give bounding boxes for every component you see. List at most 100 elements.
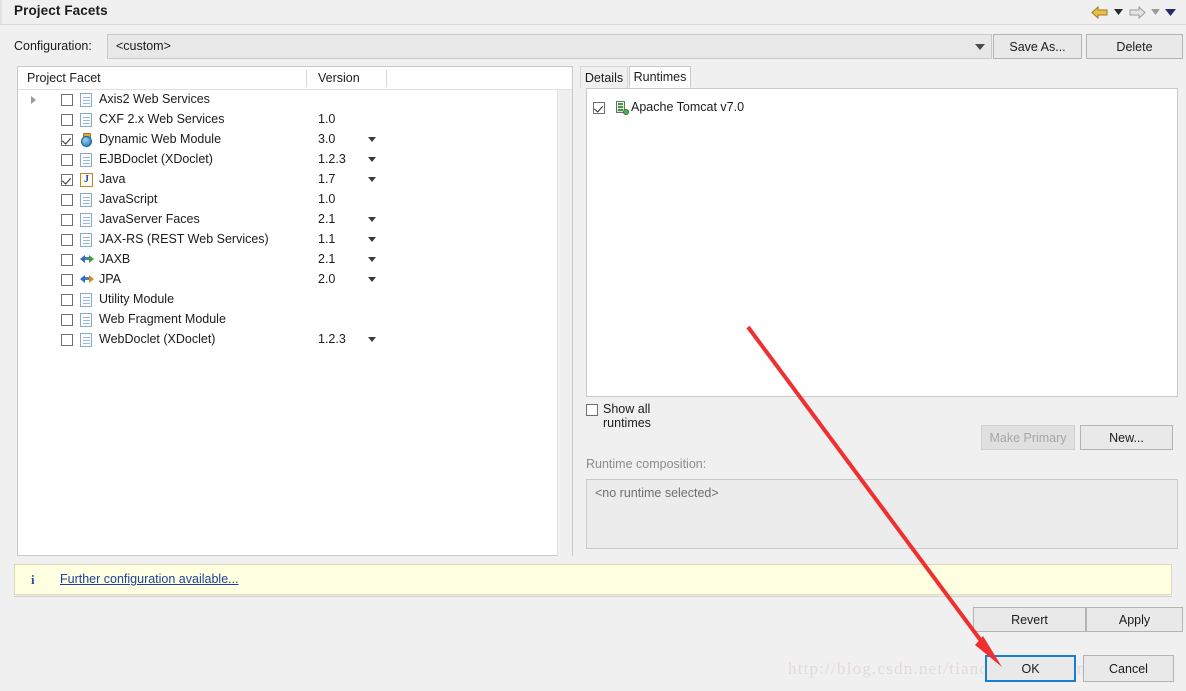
navigation-icons xyxy=(1089,2,1178,22)
facet-checkbox[interactable] xyxy=(61,174,73,186)
column-divider-2[interactable] xyxy=(386,70,387,87)
table-row[interactable]: Utility Module xyxy=(18,290,572,310)
ok-button[interactable]: OK xyxy=(985,655,1076,682)
column-header-project-facet[interactable]: Project Facet xyxy=(27,71,101,85)
document-icon xyxy=(80,213,94,227)
chevron-down-icon-config[interactable] xyxy=(969,35,991,58)
facet-version: 1.7 xyxy=(318,172,336,186)
runtime-list-item[interactable]: Apache Tomcat v7.0 xyxy=(593,100,1153,117)
delete-button[interactable]: Delete xyxy=(1086,34,1183,59)
expand-arrow-icon[interactable] xyxy=(27,94,39,106)
facet-name: Dynamic Web Module xyxy=(99,132,222,146)
chevron-down-icon-forward[interactable] xyxy=(1148,2,1163,22)
table-row[interactable]: EJBDoclet (XDoclet) 1.2.3 xyxy=(18,150,572,170)
facet-checkbox[interactable] xyxy=(61,194,73,206)
info-icon: i xyxy=(31,572,35,587)
document-icon xyxy=(80,93,94,107)
facet-checkbox[interactable] xyxy=(61,294,73,306)
chevron-down-icon-version[interactable] xyxy=(368,277,377,283)
facet-name: EJBDoclet (XDoclet) xyxy=(99,152,213,166)
arrow-right-icon[interactable] xyxy=(1126,2,1148,22)
table-row[interactable]: WebDoclet (XDoclet) 1.2.3 xyxy=(18,330,572,350)
facet-version: 1.2.3 xyxy=(318,332,346,346)
right-panel-tabs: Details Runtimes xyxy=(580,66,1180,88)
facet-name: JavaServer Faces xyxy=(99,212,200,226)
tab-runtimes[interactable]: Runtimes xyxy=(629,66,691,88)
make-primary-button: Make Primary xyxy=(981,425,1075,450)
arrow-left-icon[interactable] xyxy=(1089,2,1111,22)
save-as-button[interactable]: Save As... xyxy=(993,34,1082,59)
facet-checkbox[interactable] xyxy=(61,234,73,246)
facet-name: JAX-RS (REST Web Services) xyxy=(99,232,269,246)
table-row[interactable]: CXF 2.x Web Services 1.0 xyxy=(18,110,572,130)
runtime-composition-box: <no runtime selected> xyxy=(586,479,1178,549)
project-facet-table: Project Facet Version Axis2 Web Services… xyxy=(17,66,573,556)
chevron-down-icon-version[interactable] xyxy=(368,137,377,143)
info-bar: i Further configuration available... xyxy=(14,564,1172,595)
chevron-down-icon-version[interactable] xyxy=(368,217,377,223)
revert-button[interactable]: Revert xyxy=(973,607,1086,632)
facet-name: Java xyxy=(99,172,126,186)
table-row[interactable]: Dynamic Web Module 3.0 xyxy=(18,130,572,150)
document-icon xyxy=(80,153,94,167)
tab-details[interactable]: Details xyxy=(580,66,628,88)
table-row[interactable]: JavaServer Faces 2.1 xyxy=(18,210,572,230)
chevron-down-icon-version[interactable] xyxy=(368,177,377,183)
chevron-down-icon-version[interactable] xyxy=(368,157,377,163)
cancel-button[interactable]: Cancel xyxy=(1083,655,1174,682)
facet-name: Web Fragment Module xyxy=(99,312,226,326)
runtime-checkbox[interactable] xyxy=(593,102,605,114)
document-icon xyxy=(80,333,94,347)
configuration-select[interactable]: <custom> xyxy=(107,34,992,59)
facet-name: JPA xyxy=(99,272,121,286)
column-divider-1[interactable] xyxy=(306,70,307,87)
configuration-value: <custom> xyxy=(116,39,171,53)
facet-version: 1.0 xyxy=(318,112,336,126)
chevron-down-icon-version[interactable] xyxy=(368,257,377,263)
server-icon xyxy=(615,101,629,115)
facet-checkbox[interactable] xyxy=(61,114,73,126)
table-row[interactable]: Web Fragment Module xyxy=(18,310,572,330)
runtime-label: Apache Tomcat v7.0 xyxy=(631,100,745,114)
facet-checkbox[interactable] xyxy=(61,214,73,226)
table-row[interactable]: Axis2 Web Services xyxy=(18,90,572,110)
project-facets-dialog: Project Facets Configuration: <custom> S… xyxy=(0,0,1186,691)
facet-name: Axis2 Web Services xyxy=(99,92,210,106)
document-icon xyxy=(80,313,94,327)
table-row[interactable]: JPA 2.0 xyxy=(18,270,572,290)
arrows-green-icon xyxy=(80,253,94,267)
facet-version: 3.0 xyxy=(318,132,336,146)
table-row[interactable]: J Java 1.7 xyxy=(18,170,572,190)
table-row[interactable]: JAXB 2.1 xyxy=(18,250,572,270)
runtime-composition-label: Runtime composition: xyxy=(586,457,707,471)
show-all-runtimes-checkbox[interactable] xyxy=(586,404,598,416)
show-all-runtimes-label: Show all runtimes xyxy=(603,402,651,430)
chevron-down-icon-version[interactable] xyxy=(368,337,377,343)
runtime-composition-value: <no runtime selected> xyxy=(595,486,719,500)
web-module-icon xyxy=(80,133,94,147)
new-runtime-button[interactable]: New... xyxy=(1080,425,1173,450)
facet-name: CXF 2.x Web Services xyxy=(99,112,225,126)
column-header-version[interactable]: Version xyxy=(318,71,360,85)
runtimes-list[interactable]: Apache Tomcat v7.0 xyxy=(586,88,1178,397)
footer-separator xyxy=(14,596,1172,597)
title-bar-edge xyxy=(0,0,2,25)
chevron-down-icon-version[interactable] xyxy=(368,237,377,243)
facet-checkbox[interactable] xyxy=(61,254,73,266)
facet-checkbox[interactable] xyxy=(61,154,73,166)
apply-button[interactable]: Apply xyxy=(1086,607,1183,632)
facet-checkbox[interactable] xyxy=(61,334,73,346)
facet-checkbox[interactable] xyxy=(61,314,73,326)
table-row[interactable]: JAX-RS (REST Web Services) 1.1 xyxy=(18,230,572,250)
facet-checkbox[interactable] xyxy=(61,274,73,286)
table-header: Project Facet Version xyxy=(18,67,572,90)
facet-checkbox[interactable] xyxy=(61,94,73,106)
title-separator xyxy=(0,24,1186,25)
facet-checkbox[interactable] xyxy=(61,134,73,146)
facet-name: JavaScript xyxy=(99,192,158,206)
chevron-down-icon[interactable] xyxy=(1111,2,1126,22)
facet-scrollbar[interactable] xyxy=(557,90,572,556)
table-row[interactable]: JavaScript 1.0 xyxy=(18,190,572,210)
menu-chevron-down-icon[interactable] xyxy=(1163,2,1178,22)
further-configuration-link[interactable]: Further configuration available... xyxy=(60,572,239,586)
